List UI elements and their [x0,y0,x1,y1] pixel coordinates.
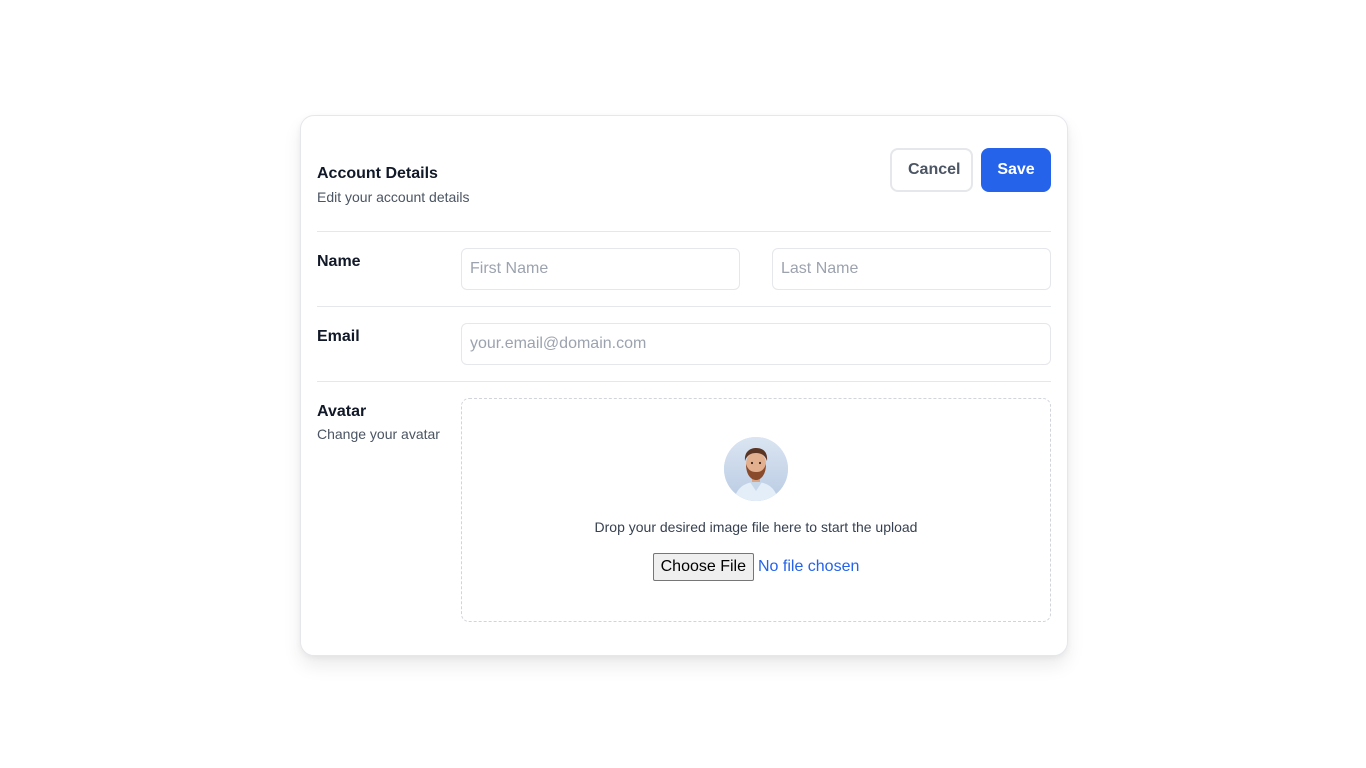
avatar-dropzone[interactable]: Drop your desired image file here to sta… [461,398,1051,622]
card-header: Account Details Edit your account detail… [317,132,1051,232]
cancel-button[interactable]: Cancel [890,148,973,192]
avatar-portrait-icon [724,437,788,501]
first-name-input[interactable] [461,248,740,290]
name-fields [461,248,1051,290]
email-input[interactable] [461,323,1051,365]
file-picker: Choose File No file chosen [652,553,860,581]
avatar-label-col: Avatar Change your avatar [317,398,461,622]
avatar-label: Avatar [317,403,367,420]
email-label: Email [317,328,360,345]
avatar-row: Avatar Change your avatar Drop your desi… [317,382,1051,638]
header-actions: Cancel Save [890,132,1051,192]
email-fields [461,323,1051,365]
last-name-input[interactable] [772,248,1051,290]
name-label-col: Name [317,248,461,290]
email-row: Email [317,307,1051,382]
choose-file-button[interactable]: Choose File [652,553,754,581]
save-button[interactable]: Save [981,148,1051,192]
avatar-sublabel: Change your avatar [317,426,440,442]
header-text: Account Details Edit your account detail… [317,132,470,206]
name-row: Name [317,232,1051,307]
page-subtitle: Edit your account details [317,189,470,205]
avatar [724,437,788,501]
page-title: Account Details [317,165,438,182]
file-status-text: No file chosen [757,558,860,575]
account-details-card: Account Details Edit your account detail… [300,115,1068,656]
email-label-col: Email [317,323,461,365]
dropzone-instruction: Drop your desired image file here to sta… [594,519,918,535]
name-label: Name [317,253,361,270]
avatar-fields: Drop your desired image file here to sta… [461,398,1051,622]
